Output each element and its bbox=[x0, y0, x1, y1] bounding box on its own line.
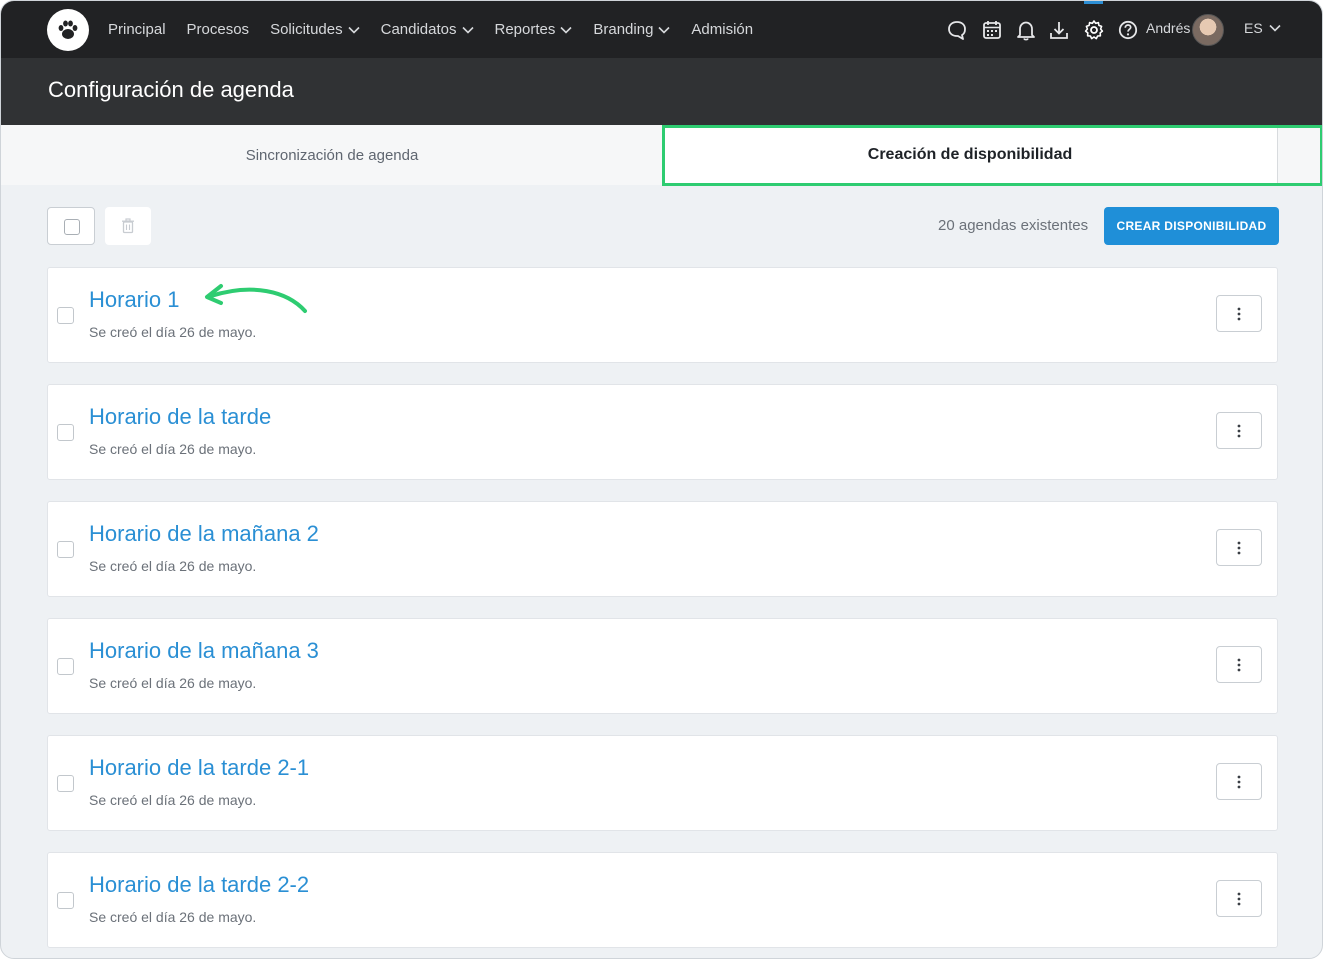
more-options-button[interactable] bbox=[1216, 295, 1262, 332]
nav-item-admisión[interactable]: Admisión bbox=[691, 21, 753, 38]
gear-icon[interactable] bbox=[1083, 19, 1105, 41]
app-window: Principal Procesos Solicitudes Candidatos Re… bbox=[0, 0, 1323, 959]
page-title: Configuración de agenda bbox=[48, 77, 294, 102]
row-checkbox[interactable] bbox=[57, 658, 74, 675]
kebab-menu-icon bbox=[1237, 307, 1241, 320]
nav-item-label: Principal bbox=[108, 21, 166, 38]
nav-item-label: Solicitudes bbox=[270, 21, 343, 38]
nav-item-label: Reportes bbox=[494, 21, 556, 38]
tab-bar: Sincronización de agenda Creación de dis… bbox=[1, 125, 1322, 185]
create-availability-button[interactable]: CREAR DISPONIBILIDAD bbox=[1104, 207, 1279, 245]
language-label: ES bbox=[1244, 20, 1263, 36]
trash-icon bbox=[122, 218, 134, 234]
nav-item-branding[interactable]: Branding bbox=[593, 21, 670, 38]
chevron-down-icon bbox=[658, 26, 670, 34]
nav-item-reportes[interactable]: Reportes bbox=[495, 21, 573, 38]
user-name[interactable]: Andrés bbox=[1146, 20, 1190, 36]
row-checkbox[interactable] bbox=[57, 424, 74, 441]
kebab-menu-icon bbox=[1237, 424, 1241, 437]
nav-item-solicitudes[interactable]: Solicitudes bbox=[270, 21, 360, 38]
row-checkbox[interactable] bbox=[57, 892, 74, 909]
row-checkbox[interactable] bbox=[57, 307, 74, 324]
nav-item-principal[interactable]: Principal bbox=[108, 21, 166, 38]
nav-item-procesos[interactable]: Procesos bbox=[187, 21, 250, 38]
list-item: Horario de la tarde 2-1 Se creó el día 26… bbox=[47, 735, 1278, 831]
avatar[interactable] bbox=[1192, 14, 1224, 46]
schedule-title-link[interactable]: Horario de la tarde 2-2 bbox=[89, 872, 309, 898]
schedule-title-link[interactable]: Horario de la tarde bbox=[89, 404, 271, 430]
schedule-created-date: Se creó el día 26 de mayo. bbox=[89, 441, 257, 457]
schedule-title-link[interactable]: Horario de la tarde 2-1 bbox=[89, 755, 309, 781]
active-indicator bbox=[1084, 1, 1103, 4]
calendar-icon[interactable] bbox=[981, 19, 1003, 41]
agenda-count: 20 agendas existentes bbox=[938, 217, 1089, 234]
kebab-menu-icon bbox=[1237, 658, 1241, 671]
more-options-button[interactable] bbox=[1216, 763, 1262, 800]
schedule-created-date: Se creó el día 26 de mayo. bbox=[89, 558, 257, 574]
arrow-annotation-icon bbox=[205, 284, 307, 313]
list-item: Horario de la mañana 3 Se creó el día 26 … bbox=[47, 618, 1278, 714]
kebab-menu-icon bbox=[1237, 892, 1241, 905]
schedule-created-date: Se creó el día 26 de mayo. bbox=[89, 909, 257, 925]
top-navbar: Principal Procesos Solicitudes Candidatos Re… bbox=[1, 1, 1322, 58]
select-all-checkbox[interactable] bbox=[47, 207, 95, 245]
delete-button[interactable] bbox=[105, 207, 151, 245]
more-options-button[interactable] bbox=[1216, 529, 1262, 566]
nav-item-candidatos[interactable]: Candidatos bbox=[381, 21, 474, 38]
help-icon[interactable] bbox=[1117, 19, 1139, 41]
tab-availability-creation[interactable]: Creación de disponibilidad bbox=[663, 125, 1277, 185]
chevron-down-icon bbox=[560, 26, 572, 34]
kebab-menu-icon bbox=[1237, 541, 1241, 554]
list-item: Horario de la tarde Se creó el día 26 de … bbox=[47, 384, 1278, 480]
download-icon[interactable] bbox=[1048, 19, 1070, 41]
language-selector[interactable]: ES bbox=[1244, 20, 1281, 36]
row-checkbox[interactable] bbox=[57, 541, 74, 558]
schedule-title-link[interactable]: Horario de la mañana 2 bbox=[89, 521, 319, 547]
more-options-button[interactable] bbox=[1216, 880, 1262, 917]
nav-item-label: Admisión bbox=[691, 21, 754, 38]
schedule-created-date: Se creó el día 26 de mayo. bbox=[89, 792, 257, 808]
tab-divider bbox=[1277, 128, 1278, 183]
more-options-button[interactable] bbox=[1216, 646, 1262, 683]
nav-item-label: Branding bbox=[593, 21, 654, 38]
bell-icon[interactable] bbox=[1015, 19, 1037, 41]
chevron-down-icon bbox=[1269, 24, 1281, 32]
nav-menu: Principal Procesos Solicitudes Candidatos Re… bbox=[108, 1, 774, 58]
schedule-created-date: Se creó el día 26 de mayo. bbox=[89, 324, 257, 340]
chevron-down-icon bbox=[348, 26, 360, 34]
nav-item-label: Procesos bbox=[186, 21, 250, 38]
schedule-title-link[interactable]: Horario 1 bbox=[89, 287, 179, 313]
list-item: Horario de la tarde 2-2 Se creó el día 26… bbox=[47, 852, 1278, 948]
list-item: Horario de la mañana 2 Se creó el día 26 … bbox=[47, 501, 1278, 597]
chat-icon[interactable] bbox=[946, 19, 968, 41]
paw-logo-icon[interactable] bbox=[47, 9, 89, 51]
chevron-down-icon bbox=[461, 26, 474, 34]
row-checkbox[interactable] bbox=[57, 775, 74, 792]
tab-agenda-sync[interactable]: Sincronización de agenda bbox=[1, 125, 663, 185]
page-header: Configuración de agenda bbox=[1, 58, 1322, 125]
more-options-button[interactable] bbox=[1216, 412, 1262, 449]
nav-item-label: Candidatos bbox=[380, 21, 457, 38]
schedule-created-date: Se creó el día 26 de mayo. bbox=[89, 675, 257, 691]
schedule-title-link[interactable]: Horario de la mañana 3 bbox=[89, 638, 319, 664]
kebab-menu-icon bbox=[1237, 775, 1241, 788]
